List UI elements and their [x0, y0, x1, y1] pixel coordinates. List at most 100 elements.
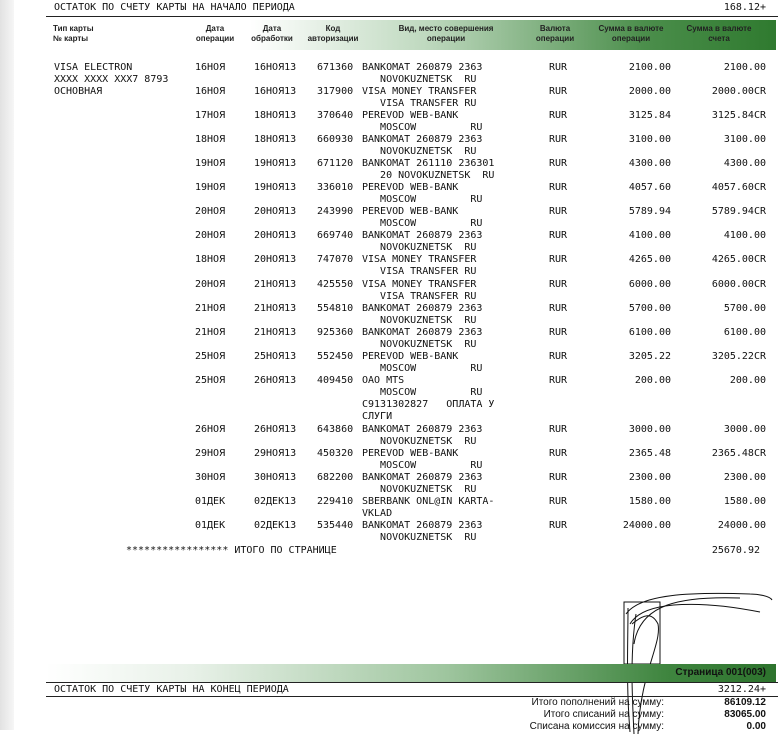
- amount-op: 5789.94: [628, 206, 671, 217]
- table-row: 17НОЯ 18НОЯ13 370640 PEREVOD WEB-BANK RUR 312…: [0, 110, 778, 133]
- op-date: 01ДЕК: [195, 496, 226, 507]
- table-row: 18НОЯ 20НОЯ13 747070 VISA MONEY TRANSFER RUR…: [0, 254, 778, 277]
- table-row: 20НОЯ 20НОЯ13 669740 BANKOMAT 260879 2363 RU…: [0, 230, 778, 253]
- proc-date: 20НОЯ13: [254, 254, 297, 265]
- description-line-2: MOSCOW RU: [362, 122, 483, 133]
- op-date: 29НОЯ: [195, 448, 226, 459]
- currency: RUR: [549, 206, 568, 217]
- description-line-2: NOVOKUZNETSK RU: [362, 146, 477, 157]
- amount-acc: 2100.00: [723, 62, 766, 73]
- description: PEREVOD WEB-BANK: [362, 182, 459, 193]
- op-date: 16НОЯ: [195, 86, 226, 97]
- currency: RUR: [549, 62, 568, 73]
- table-row: 20НОЯ 20НОЯ13 243990 PEREVOD WEB-BANK RUR 578…: [0, 206, 778, 229]
- proc-date: 19НОЯ13: [254, 158, 297, 169]
- description-line-2: MOSCOW RU: [362, 194, 483, 205]
- proc-date: 20НОЯ13: [254, 230, 297, 241]
- proc-date: 16НОЯ13: [254, 62, 297, 73]
- table-row: 16НОЯ 16НОЯ13 671360 BANKOMAT 260879 2363 RU…: [0, 62, 778, 85]
- header-proc-date: Дата обработки: [251, 24, 293, 43]
- description-line-2: VISA TRANSFER RU: [362, 291, 477, 302]
- description-line-2: MOSCOW RU: [362, 218, 483, 229]
- proc-date: 16НОЯ13: [254, 86, 297, 97]
- proc-date: 20НОЯ13: [254, 206, 297, 217]
- amount-op: 3205.22: [628, 351, 671, 362]
- page-total-amount: 25670.92: [711, 545, 760, 556]
- description-line-2: NOVOKUZNETSK RU: [362, 315, 477, 326]
- closing-balance-label: ОСТАТОК ПО СЧЕТУ КАРТЫ НА КОНЕЦ ПЕРИОДА: [54, 684, 289, 695]
- op-date: 21НОЯ: [195, 327, 226, 338]
- description-line-4: СЛУГИ: [362, 411, 393, 422]
- auth-code: 643860: [317, 424, 354, 435]
- closing-balance-amount: 3212.24+: [717, 684, 766, 695]
- amount-op: 24000.00: [622, 520, 671, 531]
- header-card-type: Тип карты № карты: [53, 24, 94, 43]
- op-date: 26НОЯ: [195, 424, 226, 435]
- proc-date: 02ДЕК13: [254, 520, 297, 531]
- currency: RUR: [549, 472, 568, 483]
- table-row: 21НОЯ 21НОЯ13 925360 BANKOMAT 260879 2363 RU…: [0, 327, 778, 350]
- description: PEREVOD WEB-BANK: [362, 448, 459, 459]
- table-row: 30НОЯ 30НОЯ13 682200 BANKOMAT 260879 2363 RU…: [0, 472, 778, 495]
- op-date: 30НОЯ: [195, 472, 226, 483]
- proc-date: 18НОЯ13: [254, 110, 297, 121]
- table-row: 16НОЯ 16НОЯ13 317900 VISA MONEY TRANSFER RUR…: [0, 86, 778, 109]
- amount-acc: 200.00: [729, 375, 766, 386]
- proc-date: 21НОЯ13: [254, 279, 297, 290]
- currency: RUR: [549, 230, 568, 241]
- op-date: 25НОЯ: [195, 351, 226, 362]
- amount-acc: 5789.94CR: [711, 206, 766, 217]
- op-date: 21НОЯ: [195, 303, 226, 314]
- currency: RUR: [549, 375, 568, 386]
- amount-acc: 4100.00: [723, 230, 766, 241]
- header-currency: Валюта операции: [535, 24, 575, 43]
- table-row: 29НОЯ 29НОЯ13 450320 PEREVOD WEB-BANK RUR 236…: [0, 448, 778, 471]
- proc-date: 18НОЯ13: [254, 134, 297, 145]
- auth-code: 660930: [317, 134, 354, 145]
- amount-op: 4300.00: [628, 158, 671, 169]
- page-total-label: ***************** ИТОГО ПО СТРАНИЦЕ: [126, 545, 337, 556]
- description: PEREVOD WEB-BANK: [362, 110, 459, 121]
- currency: RUR: [549, 496, 568, 507]
- description-line-2: NOVOKUZNETSK RU: [362, 484, 477, 495]
- description: ОАО MTS: [362, 375, 405, 386]
- auth-code: 671360: [317, 62, 354, 73]
- op-date: 01ДЕК: [195, 520, 226, 531]
- op-date: 16НОЯ: [195, 62, 226, 73]
- amount-acc: 24000.00: [717, 520, 766, 531]
- auth-code: 425550: [317, 279, 354, 290]
- op-date: 17НОЯ: [195, 110, 226, 121]
- auth-code: 682200: [317, 472, 354, 483]
- amount-acc: 2300.00: [723, 472, 766, 483]
- auth-code: 409450: [317, 375, 354, 386]
- amount-op: 6100.00: [628, 327, 671, 338]
- auth-code: 671120: [317, 158, 354, 169]
- currency: RUR: [549, 351, 568, 362]
- proc-date: 30НОЯ13: [254, 472, 297, 483]
- header-amount-acc: Сумма в валюте счета: [686, 24, 752, 43]
- op-date: 19НОЯ: [195, 158, 226, 169]
- currency: RUR: [549, 448, 568, 459]
- currency: RUR: [549, 279, 568, 290]
- auth-code: 925360: [317, 327, 354, 338]
- proc-date: 19НОЯ13: [254, 182, 297, 193]
- auth-code: 317900: [317, 86, 354, 97]
- card-number: XXXX XXXX XXX7 8793: [54, 74, 169, 85]
- table-row: 19НОЯ 19НОЯ13 336010 PEREVOD WEB-BANK RUR 405…: [0, 182, 778, 205]
- amount-acc: 4265.00CR: [711, 254, 766, 265]
- auth-code: 535440: [317, 520, 354, 531]
- description-line-2: NOVOKUZNETSK RU: [362, 339, 477, 350]
- description: VISA MONEY TRANSFER: [362, 86, 477, 97]
- amount-op: 2365.48: [628, 448, 671, 459]
- op-date: 20НОЯ: [195, 279, 226, 290]
- header-description: Вид, место совершения операции: [398, 24, 494, 43]
- amount-op: 2100.00: [628, 62, 671, 73]
- proc-date: 21НОЯ13: [254, 303, 297, 314]
- description: BANKOMAT 260879 2363: [362, 230, 483, 241]
- amount-acc: 6000.00CR: [711, 279, 766, 290]
- table-row: 21НОЯ 21НОЯ13 554810 BANKOMAT 260879 2363 RU…: [0, 303, 778, 326]
- description-line-2: 20 NOVOKUZNETSK RU: [362, 170, 495, 181]
- currency: RUR: [549, 134, 568, 145]
- amount-op: 2300.00: [628, 472, 671, 483]
- amount-acc: 3100.00: [723, 134, 766, 145]
